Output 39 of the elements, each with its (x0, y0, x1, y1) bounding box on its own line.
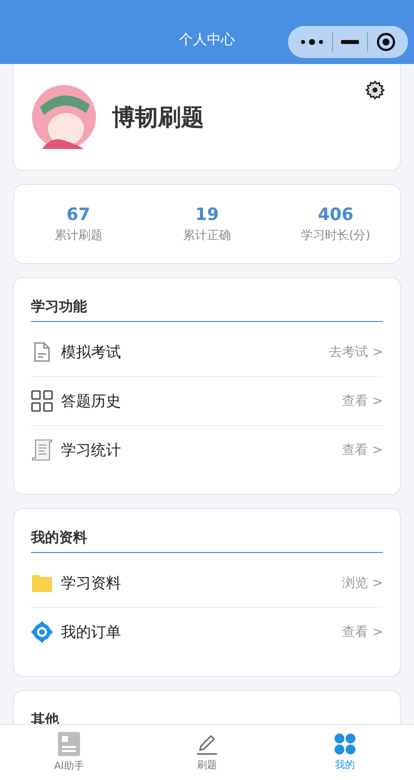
stat-value: 406 (318, 204, 354, 224)
scroll-icon (31, 439, 53, 461)
avatar[interactable] (32, 85, 96, 149)
section-title: 我的资料 (31, 530, 87, 546)
folder-icon (31, 574, 53, 592)
tab-item[interactable]: 我的 (276, 725, 414, 780)
target-icon (31, 621, 53, 643)
menu-label: 模拟考试 (61, 342, 122, 362)
menu-action[interactable]: 查看 > (342, 392, 383, 410)
menu-action[interactable]: 去考试 > (328, 343, 383, 361)
menu-row[interactable]: 学习统计 查看 > (31, 426, 383, 474)
menu-label: 答题历史 (61, 392, 122, 410)
stat-label: 学习时长(分) (300, 226, 370, 244)
more-icon[interactable] (300, 38, 324, 46)
menu-label: 学习资料 (61, 574, 122, 592)
profile-name: 博韧刷题 (112, 104, 204, 132)
tab-item[interactable]: 刷题 (138, 725, 276, 780)
stat-label: 累计正确 (183, 226, 231, 244)
page-title: 个人中心 (179, 31, 235, 49)
stat-label: 累计刷题 (54, 226, 102, 244)
settings-icon[interactable] (365, 80, 385, 100)
menu-row[interactable]: 模拟考试 去考试 > (31, 328, 383, 377)
menu-action[interactable]: 查看 > (342, 623, 383, 641)
menu-action[interactable]: 查看 > (342, 441, 383, 459)
menu-row[interactable]: 学习资料 浏览 > (31, 559, 383, 608)
tab-item[interactable]: AI助手 (0, 725, 138, 780)
menu-label: 学习统计 (61, 440, 122, 460)
stat-value: 19 (195, 204, 219, 224)
menu-row[interactable]: 我的订单 查看 > (31, 608, 383, 656)
stat-value: 67 (66, 204, 90, 224)
apps-icon (334, 733, 356, 755)
section-title: 学习功能 (31, 299, 87, 315)
notebook-icon (58, 732, 80, 756)
grid-icon (31, 390, 53, 412)
menu-action[interactable]: 浏览 > (342, 574, 383, 592)
menu-row[interactable]: 答题历史 查看 > (31, 377, 383, 426)
pencil-icon (196, 733, 218, 755)
menu-label: 我的订单 (61, 622, 122, 642)
close-icon[interactable] (376, 32, 396, 52)
